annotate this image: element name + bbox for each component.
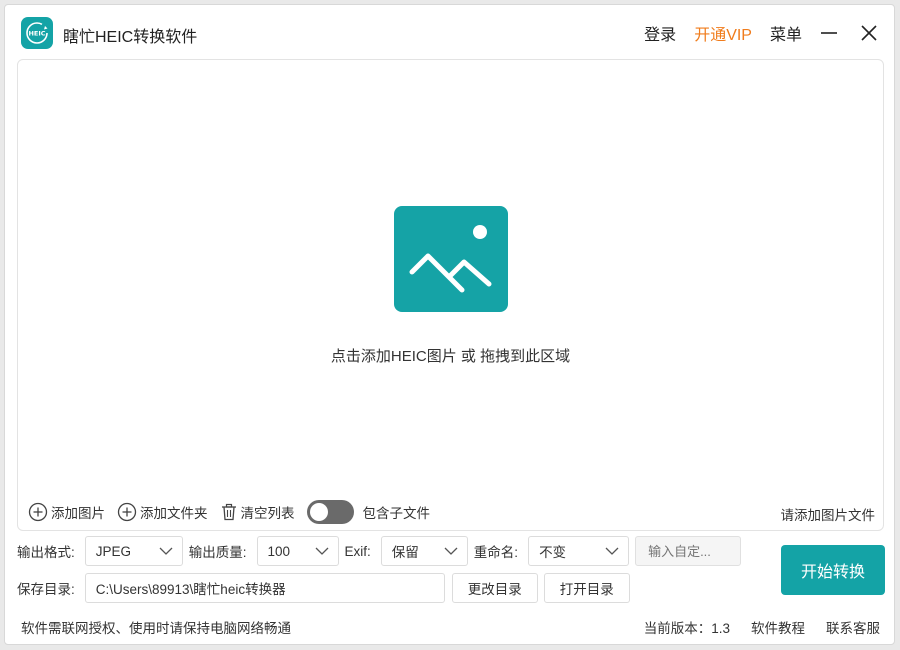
add-image-button[interactable]: 添加图片	[28, 502, 105, 522]
include-subfolders-label: 包含子文件	[362, 506, 431, 521]
chevron-down-icon	[315, 547, 328, 555]
add-folder-label: 添加文件夹	[140, 506, 208, 521]
format-select[interactable]: JPEG	[84, 536, 183, 566]
tutorial-link[interactable]: 软件教程	[751, 617, 805, 637]
clear-list-label: 清空列表	[240, 506, 295, 521]
rename-select[interactable]: 不变	[528, 536, 630, 566]
quality-select[interactable]: 100	[256, 536, 339, 566]
add-image-label: 添加图片	[51, 506, 105, 521]
footer-links: 当前版本：1.3 软件教程 联系客服	[623, 617, 880, 637]
plus-circle-icon	[28, 502, 48, 522]
start-convert-button[interactable]: 开始转换	[781, 545, 885, 595]
image-icon[interactable]	[394, 206, 508, 312]
clear-list-button[interactable]: 清空列表	[220, 502, 295, 522]
support-link[interactable]: 联系客服	[826, 617, 880, 637]
file-drop-area[interactable]: 点击添加HEIC图片 或 拖拽到此区域 添加图片 添加文件夹 清空列表 包含子文…	[17, 59, 884, 531]
exif-label: Exif:	[344, 543, 371, 559]
title-actions: 登录 开通VIP 菜单	[626, 21, 882, 45]
app-logo-icon: HEIC	[21, 17, 53, 49]
app-title: 瞎忙HEIC转换软件	[63, 29, 198, 46]
open-dir-button[interactable]: 打开目录	[543, 573, 630, 603]
output-settings-row: 输出格式: JPEG 输出质量: 100 Exif: 保留 重命名: 不变	[17, 536, 742, 566]
toggle-knob	[309, 503, 328, 521]
trash-icon	[221, 503, 236, 521]
format-value: JPEG	[95, 543, 132, 559]
close-button[interactable]	[856, 22, 882, 44]
version-text: 当前版本：1.3	[643, 621, 730, 636]
change-dir-button[interactable]: 更改目录	[451, 573, 538, 603]
close-icon	[861, 25, 877, 41]
format-label: 输出格式:	[17, 545, 75, 560]
list-status: 请添加图片文件	[780, 508, 876, 523]
quality-value: 100	[267, 543, 291, 559]
minimize-icon	[821, 32, 837, 34]
plus-circle-icon	[117, 502, 137, 522]
login-link[interactable]: 登录	[644, 21, 676, 45]
save-path-field[interactable]: C:\Users\89913\瞎忙heic转换器	[84, 573, 445, 603]
add-folder-button[interactable]: 添加文件夹	[117, 502, 208, 522]
custom-name-input[interactable]	[635, 536, 742, 566]
chevron-down-icon	[159, 547, 173, 555]
rename-value: 不变	[539, 545, 567, 560]
chevron-down-icon	[605, 547, 619, 555]
title-bar[interactable]: HEIC 瞎忙HEIC转换软件 登录 开通VIP 菜单	[5, 5, 894, 59]
network-notice: 软件需联网授权、使用时请保持电脑网络畅通	[21, 621, 291, 636]
svg-text:HEIC: HEIC	[28, 30, 45, 38]
minimize-button[interactable]	[816, 22, 842, 44]
save-dir-label: 保存目录:	[17, 582, 75, 597]
exif-select[interactable]: 保留	[380, 536, 468, 566]
app-window: HEIC 瞎忙HEIC转换软件 登录 开通VIP 菜单 点击添加HEIC图片 或…	[4, 4, 895, 645]
drop-hint: 点击添加HEIC图片 或 拖拽到此区域	[330, 348, 571, 365]
include-subfolders-toggle[interactable]	[306, 500, 354, 524]
exif-value: 保留	[391, 545, 419, 560]
menu-link[interactable]: 菜单	[770, 21, 802, 45]
save-dir-row: 保存目录: C:\Users\89913\瞎忙heic转换器 更改目录 打开目录	[17, 573, 636, 603]
vip-link[interactable]: 开通VIP	[694, 21, 752, 45]
list-toolbar: 添加图片 添加文件夹 清空列表 包含子文件	[28, 500, 430, 524]
quality-label: 输出质量:	[188, 545, 247, 560]
chevron-down-icon	[444, 547, 458, 555]
rename-label: 重命名:	[473, 545, 519, 560]
